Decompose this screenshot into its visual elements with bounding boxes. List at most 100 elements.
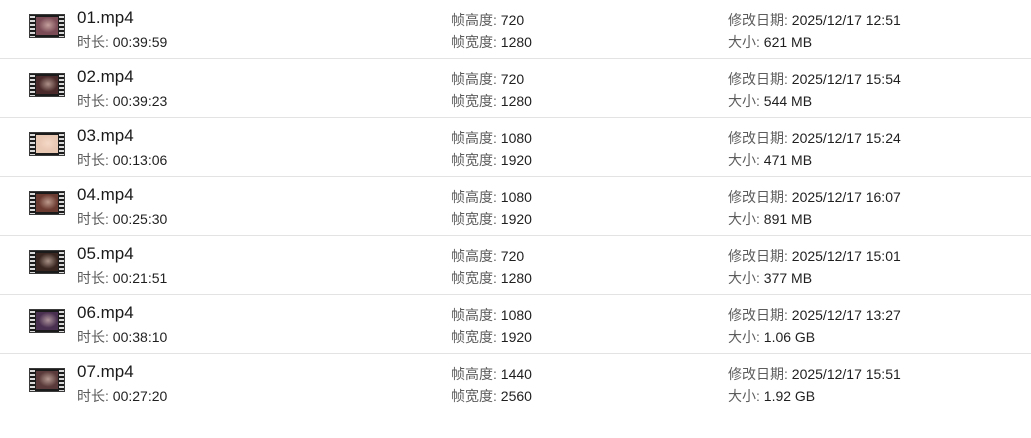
modified-label: 修改日期: — [728, 307, 792, 323]
modified-value: 2025/12/17 15:54 — [791, 71, 901, 87]
frame-height: 帧高度: 720 — [451, 247, 524, 265]
modified-value: 2025/12/17 12:51 — [791, 12, 901, 28]
video-thumbnail-icon — [29, 250, 65, 274]
film-sprockets-left — [30, 251, 35, 273]
file-row[interactable]: 05.mp4 时长: 00:21:51 帧高度: 720 帧宽度: 1280 修… — [0, 236, 1031, 295]
thumbnail-frame — [36, 194, 58, 212]
frame-width-value: 1920 — [500, 211, 532, 227]
modified-label: 修改日期: — [728, 71, 792, 87]
duration: 时长: 00:27:20 — [77, 387, 167, 405]
thumbnail-frame — [36, 253, 58, 271]
file-name[interactable]: 07.mp4 — [77, 361, 134, 383]
modified-value: 2025/12/17 15:51 — [791, 366, 901, 382]
duration: 时长: 00:39:23 — [77, 92, 167, 110]
video-thumbnail-icon — [29, 132, 65, 156]
frame-width-value: 2560 — [500, 388, 532, 404]
file-row[interactable]: 02.mp4 时长: 00:39:23 帧高度: 720 帧宽度: 1280 修… — [0, 59, 1031, 118]
frame-width-label: 帧宽度: — [451, 270, 501, 286]
file-row[interactable]: 06.mp4 时长: 00:38:10 帧高度: 1080 帧宽度: 1920 … — [0, 295, 1031, 354]
video-thumbnail-icon — [29, 73, 65, 97]
size-label: 大小: — [728, 270, 764, 286]
file-row[interactable]: 04.mp4 时长: 00:25:30 帧高度: 1080 帧宽度: 1920 … — [0, 177, 1031, 236]
file-size: 大小: 1.92 GB — [728, 387, 815, 405]
size-label: 大小: — [728, 34, 764, 50]
frame-height-value: 720 — [500, 71, 525, 87]
duration-value: 00:27:20 — [112, 388, 168, 404]
duration-label: 时长: — [77, 34, 113, 50]
file-size: 大小: 891 MB — [728, 210, 812, 228]
file-name[interactable]: 05.mp4 — [77, 243, 134, 265]
duration-value: 00:25:30 — [112, 211, 168, 227]
frame-width: 帧宽度: 1280 — [451, 269, 532, 287]
duration-label: 时长: — [77, 211, 113, 227]
file-list: 01.mp4 时长: 00:39:59 帧高度: 720 帧宽度: 1280 修… — [0, 0, 1031, 438]
file-size: 大小: 621 MB — [728, 33, 812, 51]
size-value: 1.92 GB — [763, 388, 816, 404]
frame-height-label: 帧高度: — [451, 12, 501, 28]
duration-label: 时长: — [77, 329, 113, 345]
frame-height: 帧高度: 1440 — [451, 365, 532, 383]
frame-width-value: 1280 — [500, 93, 532, 109]
video-thumbnail-icon — [29, 368, 65, 392]
file-name[interactable]: 03.mp4 — [77, 125, 134, 147]
modified-date: 修改日期: 2025/12/17 12:51 — [728, 11, 901, 29]
file-size: 大小: 471 MB — [728, 151, 812, 169]
frame-height: 帧高度: 1080 — [451, 129, 532, 147]
frame-height: 帧高度: 1080 — [451, 188, 532, 206]
file-row[interactable]: 03.mp4 时长: 00:13:06 帧高度: 1080 帧宽度: 1920 … — [0, 118, 1031, 177]
file-name[interactable]: 01.mp4 — [77, 7, 134, 29]
file-row[interactable]: 01.mp4 时长: 00:39:59 帧高度: 720 帧宽度: 1280 修… — [0, 0, 1031, 59]
frame-height-value: 720 — [500, 248, 525, 264]
file-name[interactable]: 04.mp4 — [77, 184, 134, 206]
frame-width-label: 帧宽度: — [451, 211, 501, 227]
video-thumbnail-icon — [29, 191, 65, 215]
frame-height-value: 1080 — [500, 189, 532, 205]
modified-value: 2025/12/17 15:01 — [791, 248, 901, 264]
frame-height: 帧高度: 720 — [451, 70, 524, 88]
frame-width-label: 帧宽度: — [451, 34, 501, 50]
size-label: 大小: — [728, 211, 764, 227]
modified-label: 修改日期: — [728, 130, 792, 146]
video-thumbnail-icon — [29, 309, 65, 333]
size-value: 544 MB — [763, 93, 813, 109]
film-sprockets-left — [30, 369, 35, 391]
duration-label: 时长: — [77, 388, 113, 404]
frame-height-label: 帧高度: — [451, 189, 501, 205]
frame-height-value: 1080 — [500, 307, 532, 323]
frame-width-value: 1280 — [500, 270, 532, 286]
frame-width-value: 1280 — [500, 34, 532, 50]
frame-width-label: 帧宽度: — [451, 329, 501, 345]
frame-height-label: 帧高度: — [451, 307, 501, 323]
duration-label: 时长: — [77, 152, 113, 168]
modified-value: 2025/12/17 13:27 — [791, 307, 901, 323]
file-row[interactable]: 07.mp4 时长: 00:27:20 帧高度: 1440 帧宽度: 2560 … — [0, 354, 1031, 413]
modified-date: 修改日期: 2025/12/17 15:24 — [728, 129, 901, 147]
modified-date: 修改日期: 2025/12/17 15:51 — [728, 365, 901, 383]
file-size: 大小: 544 MB — [728, 92, 812, 110]
frame-width: 帧宽度: 2560 — [451, 387, 532, 405]
thumbnail-frame — [36, 17, 58, 35]
duration: 时长: 00:13:06 — [77, 151, 167, 169]
frame-height: 帧高度: 1080 — [451, 306, 532, 324]
duration-value: 00:39:23 — [112, 93, 168, 109]
file-name[interactable]: 06.mp4 — [77, 302, 134, 324]
frame-width-label: 帧宽度: — [451, 388, 501, 404]
size-label: 大小: — [728, 329, 764, 345]
duration: 时长: 00:38:10 — [77, 328, 167, 346]
film-sprockets-right — [59, 192, 64, 214]
size-value: 891 MB — [763, 211, 813, 227]
thumbnail-frame — [36, 371, 58, 389]
frame-width: 帧宽度: 1280 — [451, 33, 532, 51]
frame-width: 帧宽度: 1920 — [451, 210, 532, 228]
film-sprockets-right — [59, 74, 64, 96]
duration-value: 00:38:10 — [112, 329, 168, 345]
modified-label: 修改日期: — [728, 366, 792, 382]
film-sprockets-right — [59, 310, 64, 332]
duration: 时长: 00:25:30 — [77, 210, 167, 228]
film-sprockets-left — [30, 133, 35, 155]
file-name[interactable]: 02.mp4 — [77, 66, 134, 88]
duration-value: 00:21:51 — [112, 270, 168, 286]
frame-height-label: 帧高度: — [451, 130, 501, 146]
film-sprockets-left — [30, 15, 35, 37]
duration-value: 00:39:59 — [112, 34, 168, 50]
